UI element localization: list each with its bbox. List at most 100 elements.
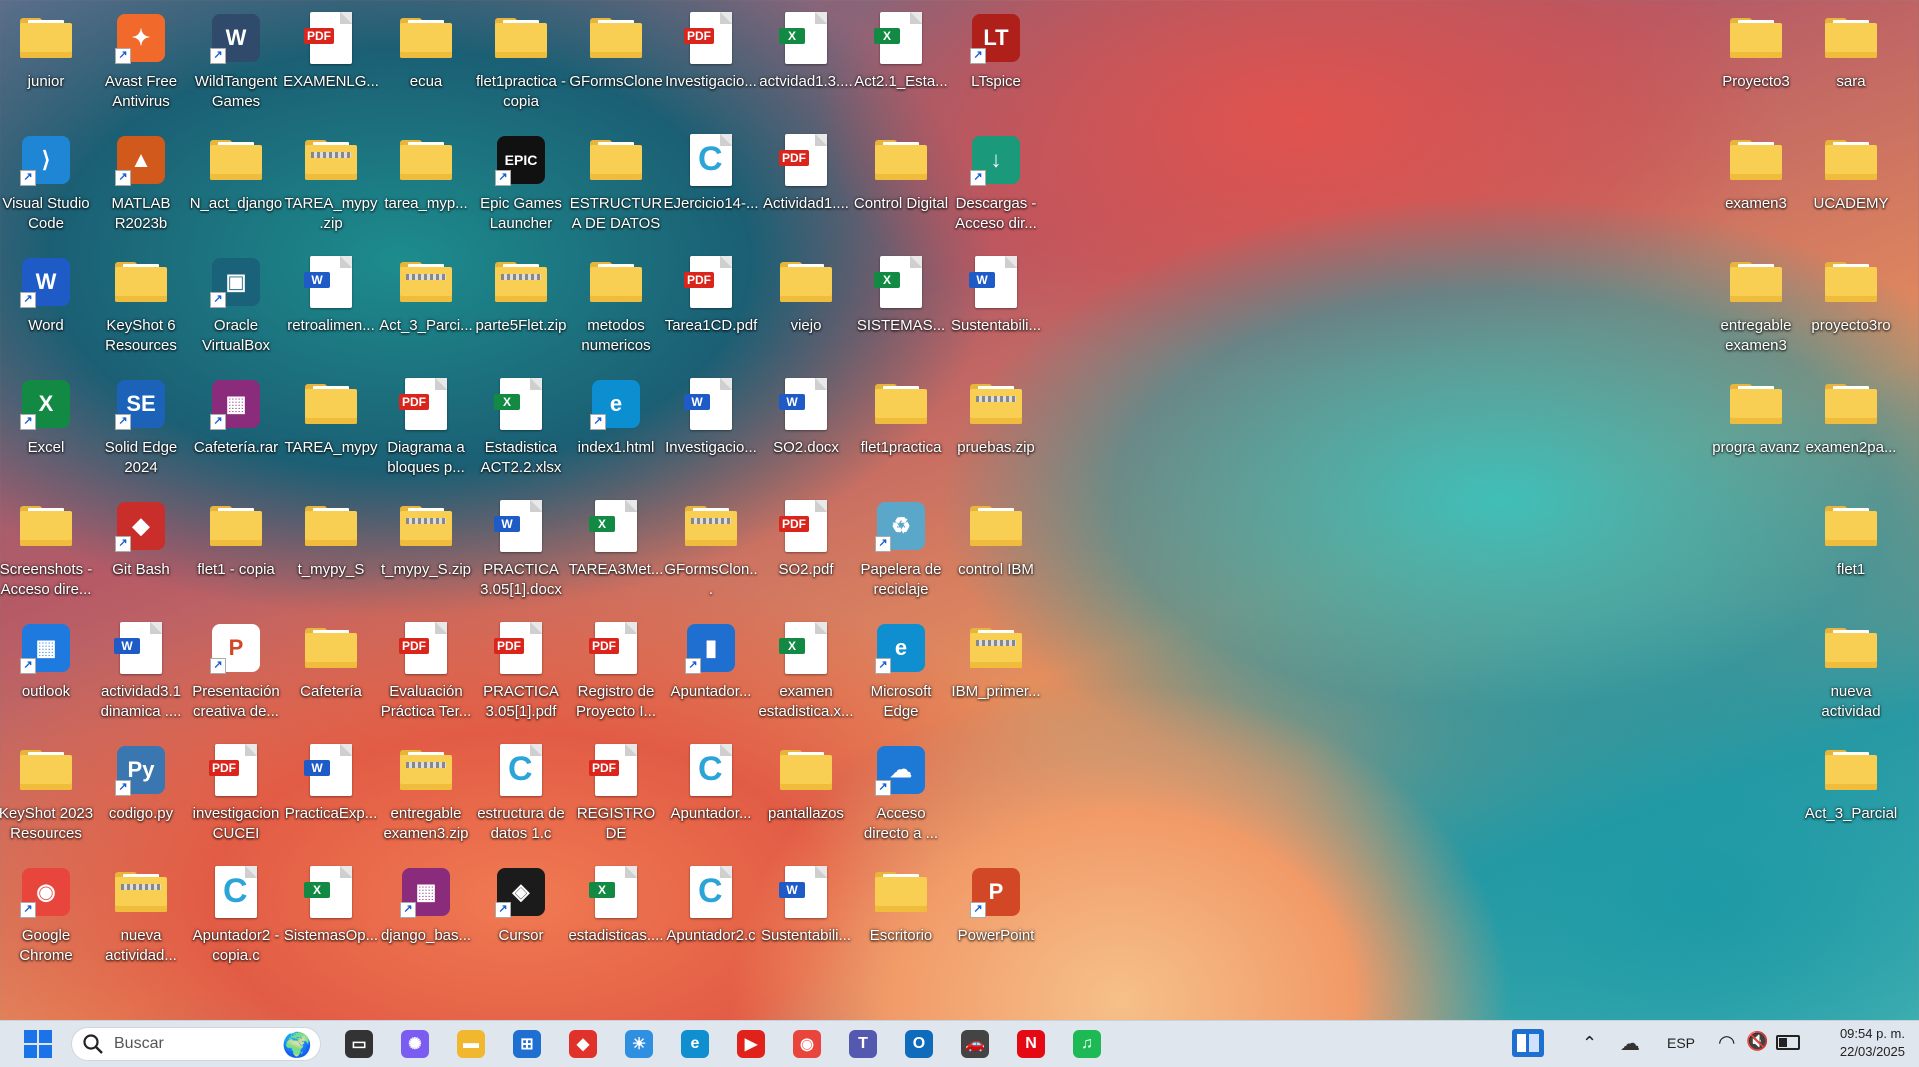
desktop-icon[interactable]: PDF REGISTRO DE PROYECTO I... bbox=[570, 736, 662, 854]
desktop-icon[interactable]: PDF Evaluación Práctica Ter... bbox=[380, 614, 472, 732]
desktop-icon[interactable]: pantallazos bbox=[760, 736, 852, 854]
desktop-icon[interactable]: ◉ ↗ Google Chrome bbox=[0, 858, 92, 976]
desktop-icon[interactable]: flet1practica - copia bbox=[475, 4, 567, 122]
desktop-icon[interactable]: W PRACTICA 3.05[1].docx bbox=[475, 492, 567, 610]
desktop-icon[interactable]: ▦ ↗ Cafetería.rar bbox=[190, 370, 282, 488]
desktop-icon[interactable]: ◈ ↗ Cursor bbox=[475, 858, 567, 976]
desktop-icon[interactable]: Py ↗ codigo.py bbox=[95, 736, 187, 854]
desktop-icon[interactable]: C EJercicio14-... bbox=[663, 126, 759, 244]
language-indicator[interactable]: ESP bbox=[1667, 1035, 1695, 1051]
desktop-icon[interactable]: W ↗ WildTangent Games bbox=[190, 4, 282, 122]
desktop-icon[interactable]: TAREA_mypy .zip bbox=[284, 126, 378, 244]
desktop-icon[interactable]: entregable examen3.zip bbox=[380, 736, 472, 854]
desktop-icon[interactable]: ecua bbox=[380, 4, 472, 122]
battery-icon[interactable] bbox=[1776, 1035, 1800, 1050]
desktop-icon[interactable]: KeyShot 2023 Resources bbox=[0, 736, 93, 854]
desktop-icon[interactable]: flet1 bbox=[1805, 492, 1897, 610]
desktop-icon[interactable]: SE ↗ Solid Edge 2024 bbox=[95, 370, 187, 488]
taskbar-app-teams[interactable]: T bbox=[843, 1024, 883, 1064]
desktop-icon[interactable]: ♻ ↗ Papelera de reciclaje bbox=[855, 492, 947, 610]
search-box[interactable]: Buscar 🌍 bbox=[71, 1027, 321, 1061]
desktop-icon[interactable]: Xestadisticas.... bbox=[568, 858, 664, 976]
desktop-icon[interactable]: Act_3_Parcial bbox=[1805, 736, 1897, 854]
desktop-icon[interactable]: N_act_django bbox=[190, 126, 282, 244]
desktop-icon[interactable]: Wactividad3.1 dinamica .... bbox=[95, 614, 187, 732]
desktop-icon[interactable]: TAREA_mypy bbox=[284, 370, 378, 488]
desktop-icon[interactable]: Xexamen estadistica.x... bbox=[758, 614, 854, 732]
desktop-icon[interactable]: PDF PRACTICA 3.05[1].pdf bbox=[475, 614, 567, 732]
desktop-icon[interactable]: flet1practica bbox=[855, 370, 947, 488]
taskbar-app-weather-app[interactable]: ☀ bbox=[619, 1024, 659, 1064]
start-button[interactable] bbox=[18, 1024, 58, 1064]
desktop-icon[interactable]: ▣ ↗ Oracle VirtualBox bbox=[190, 248, 282, 366]
taskbar-app-copilot[interactable]: ✺ bbox=[395, 1024, 435, 1064]
desktop-icon[interactable]: C Apuntador2 - copia.c bbox=[190, 858, 282, 976]
desktop-icon[interactable]: PDF Diagrama a bloques p... bbox=[380, 370, 472, 488]
desktop-icon[interactable]: GFormsClone bbox=[569, 4, 663, 122]
desktop-icon[interactable]: PDF Registro de Proyecto I... bbox=[570, 614, 662, 732]
desktop-icon[interactable]: progra avanz bbox=[1710, 370, 1802, 488]
taskbar-app-car-app[interactable]: 🚗 bbox=[955, 1024, 995, 1064]
desktop-icon[interactable]: t_mypy_S bbox=[285, 492, 377, 610]
desktop-icon[interactable]: PDF Tarea1CD.pdf bbox=[665, 248, 757, 366]
desktop-icon[interactable]: P ↗ Presentación creativa de... bbox=[190, 614, 282, 732]
desktop-icon[interactable]: entregable examen3 bbox=[1710, 248, 1802, 366]
desktop-icon[interactable]: ▦ ↗ django_bas... bbox=[380, 858, 472, 976]
desktop-icon[interactable]: Proyecto3 bbox=[1710, 4, 1802, 122]
desktop-icon[interactable]: ▦ ↗ outlook bbox=[0, 614, 92, 732]
taskbar-app-task-view[interactable]: ▭ bbox=[339, 1024, 379, 1064]
desktop-icon[interactable]: Act_3_Parci... bbox=[379, 248, 473, 366]
desktop-icon[interactable]: e ↗ Microsoft Edge bbox=[855, 614, 947, 732]
desktop-icon[interactable]: ⟩ ↗ Visual Studio Code bbox=[0, 126, 92, 244]
desktop-icon[interactable]: X SISTEMAS... bbox=[855, 248, 947, 366]
desktop-icon[interactable]: Control Digital bbox=[854, 126, 948, 244]
desktop-icon[interactable]: pruebas.zip bbox=[950, 370, 1042, 488]
desktop-icon[interactable]: GFormsClon... bbox=[664, 492, 758, 610]
desktop-icon[interactable]: viejo bbox=[760, 248, 852, 366]
desktop-icon[interactable]: C Apuntador... bbox=[665, 736, 757, 854]
desktop-icon[interactable]: ☁ ↗ Acceso directo a ... bbox=[855, 736, 947, 854]
desktop-icon[interactable]: Wretroalimen... bbox=[285, 248, 377, 366]
desktop-icon[interactable]: PDF investigacion CUCEI FGC.... bbox=[190, 736, 282, 854]
desktop-icon[interactable]: nueva actividad... bbox=[95, 858, 187, 976]
desktop-icon[interactable]: flet1 - copia bbox=[190, 492, 282, 610]
chevron-up-icon[interactable]: ⌃ bbox=[1582, 1033, 1597, 1054]
desktop-icon[interactable]: IBM_primer... bbox=[950, 614, 1042, 732]
desktop-icon[interactable]: W PracticaExp... bbox=[285, 736, 377, 854]
desktop-icon[interactable]: X TAREA3Met... bbox=[569, 492, 663, 610]
desktop-icon[interactable]: examen3 bbox=[1710, 126, 1802, 244]
desktop-icon[interactable]: ESTRUCTURA DE DATOS bbox=[570, 126, 662, 244]
taskbar-app-netflix[interactable]: N bbox=[1011, 1024, 1051, 1064]
volume-muted-icon[interactable]: 🔇 bbox=[1746, 1031, 1768, 1052]
desktop-icon[interactable]: X ↗ Excel bbox=[0, 370, 92, 488]
desktop-icon[interactable]: LT ↗ LTspice bbox=[950, 4, 1042, 122]
desktop-icon[interactable]: UCADEMY bbox=[1805, 126, 1897, 244]
desktop-icon[interactable]: ↓ ↗ Descargas - Acceso dir... bbox=[950, 126, 1042, 244]
desktop-icon[interactable]: P ↗ PowerPoint bbox=[950, 858, 1042, 976]
desktop-icon[interactable]: C Apuntador2.c bbox=[665, 858, 757, 976]
desktop-icon[interactable]: W ↗ Word bbox=[0, 248, 92, 366]
desktop-icon[interactable]: Escritorio bbox=[855, 858, 947, 976]
desktop-icon[interactable]: Xactvidad1.3.... bbox=[759, 4, 853, 122]
desktop-icon[interactable]: Cafetería bbox=[285, 614, 377, 732]
desktop-icon[interactable]: EPIC ↗ Epic Games Launcher bbox=[475, 126, 567, 244]
desktop-icon[interactable]: ▮ ↗ Apuntador... bbox=[665, 614, 757, 732]
desktop-icon[interactable]: ▲ ↗ MATLAB R2023b bbox=[95, 126, 187, 244]
wifi-icon[interactable]: ◠ bbox=[1718, 1030, 1735, 1055]
desktop-icon[interactable]: W Sustentabili... bbox=[950, 248, 1042, 366]
desktop-icon[interactable]: examen2pa... bbox=[1805, 370, 1897, 488]
desktop-icon[interactable]: t_mypy_S.zip bbox=[380, 492, 472, 610]
clock[interactable]: 09:54 p. m. 22/03/2025 bbox=[1840, 1025, 1905, 1061]
desktop-icon[interactable]: PDF SO2.pdf bbox=[760, 492, 852, 610]
desktop-icon[interactable]: X SistemasOp... bbox=[284, 858, 378, 976]
desktop-icon[interactable]: W SO2.docx bbox=[760, 370, 852, 488]
desktop-icon[interactable]: Screenshots - Acceso dire... bbox=[0, 492, 92, 610]
taskbar-app-edge[interactable]: e bbox=[675, 1024, 715, 1064]
desktop-icon[interactable]: proyecto3ro bbox=[1805, 248, 1897, 366]
desktop-icon[interactable]: sara bbox=[1805, 4, 1897, 122]
desktop-icon[interactable]: e ↗ index1.html bbox=[570, 370, 662, 488]
desktop-icon[interactable]: PDF EXAMENLG... bbox=[283, 4, 379, 122]
desktop-icon[interactable]: W Investigacio... bbox=[665, 370, 757, 488]
desktop-icon[interactable]: nueva actividad bbox=[1805, 614, 1897, 732]
taskbar-app-outlook[interactable]: O bbox=[899, 1024, 939, 1064]
